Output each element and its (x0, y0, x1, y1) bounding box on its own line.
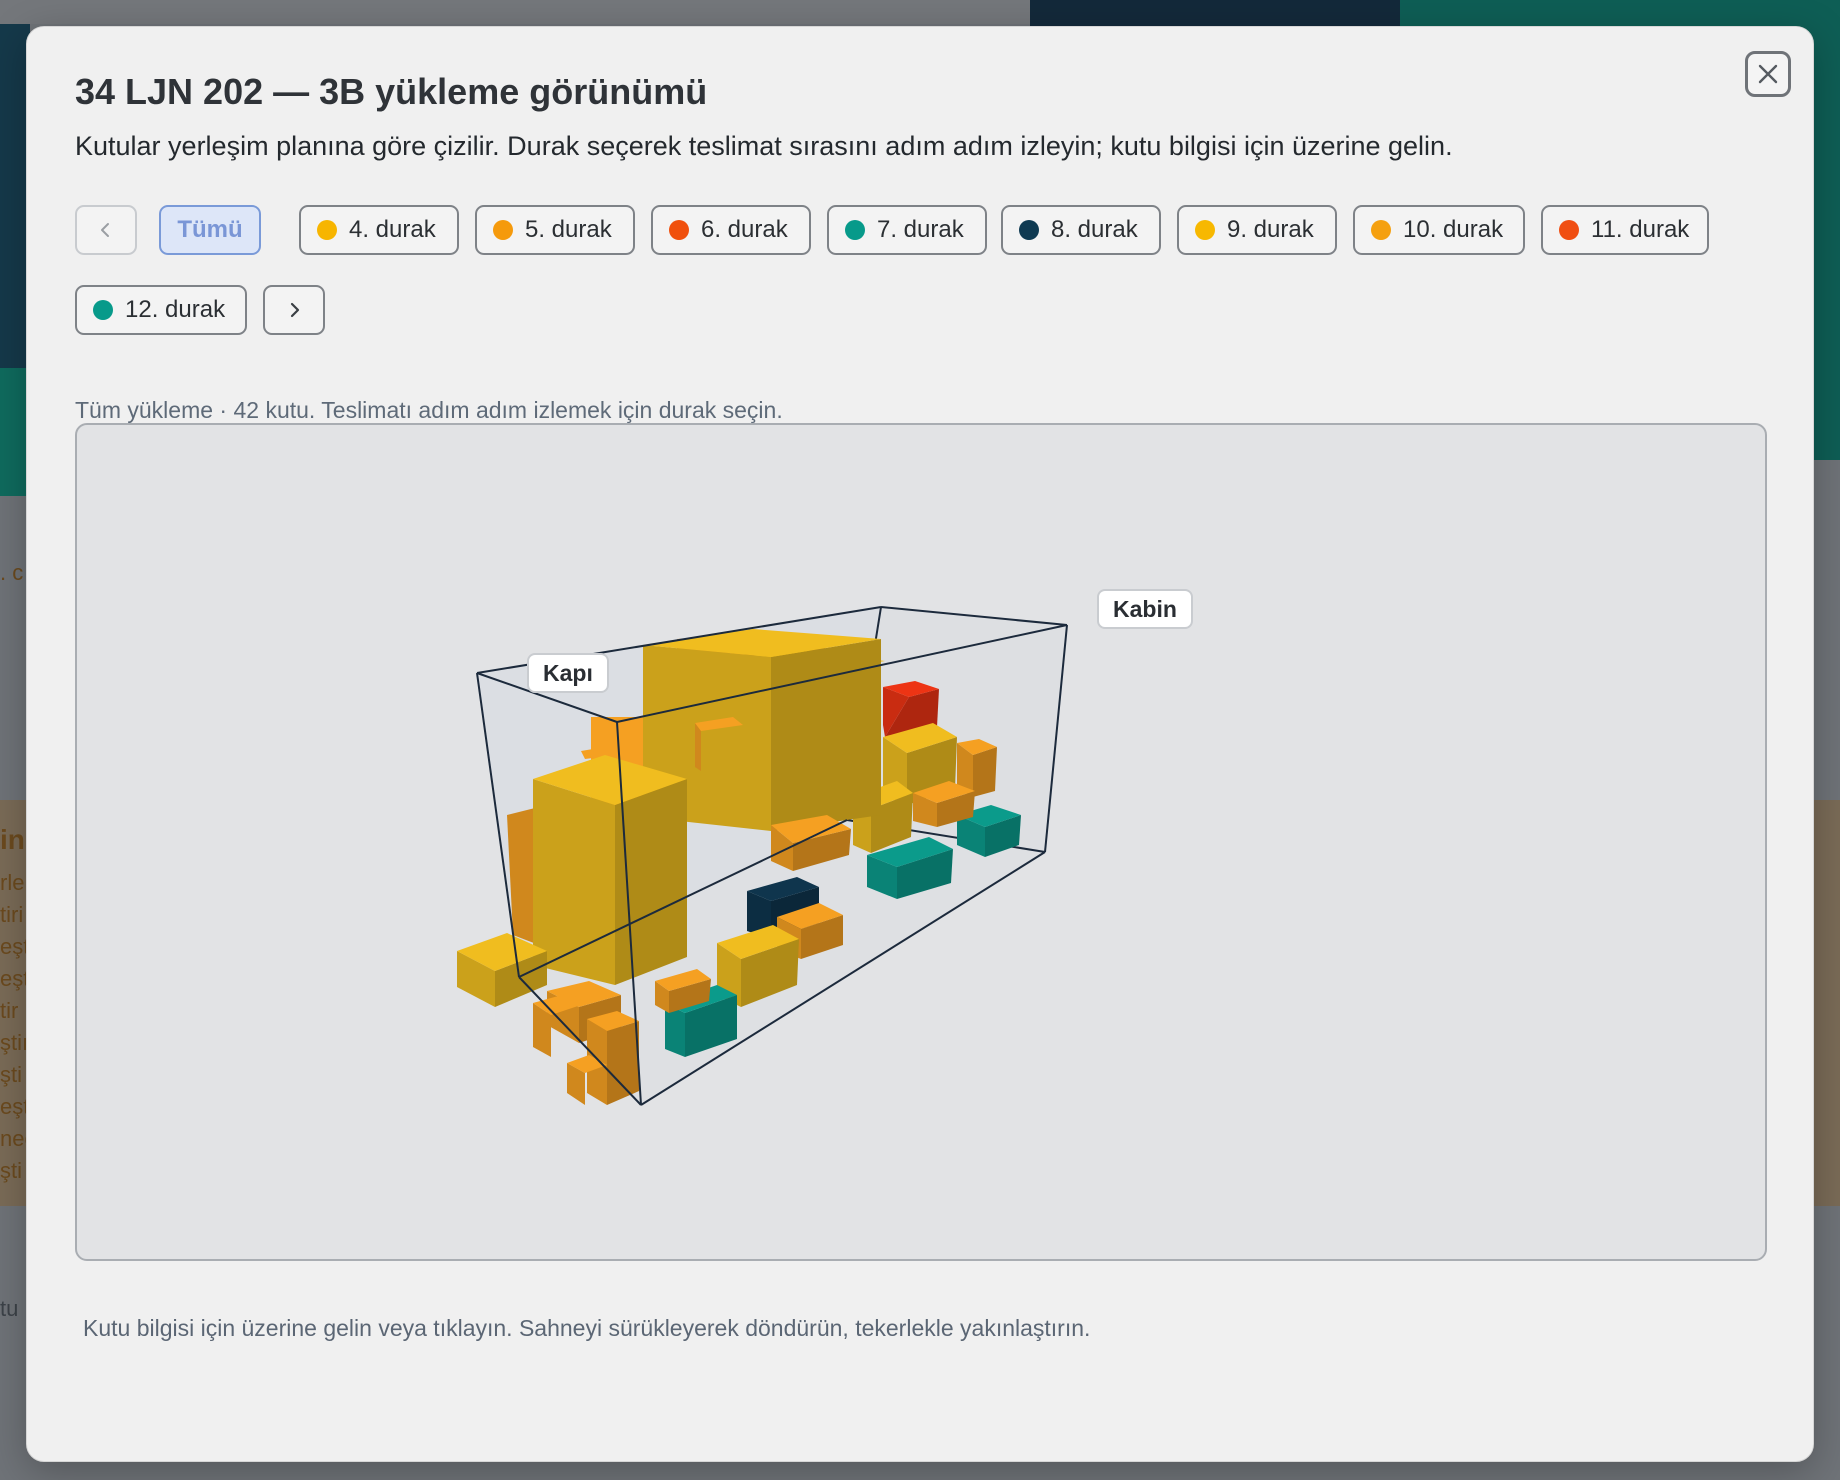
stop-color-dot (1371, 220, 1391, 240)
3d-load-viewport[interactable]: Kapı Kabin (75, 423, 1767, 1261)
bg-right-dark-panel (1030, 0, 1440, 26)
stop-chip-label: 11. durak (1591, 216, 1690, 243)
bg-side-text: şti (0, 1158, 22, 1183)
stop-color-dot (1559, 220, 1579, 240)
stop-chip-label: 8. durak (1051, 216, 1138, 243)
bg-side-text: tu (0, 1296, 19, 1321)
stop-chip[interactable]: 8. durak (1001, 205, 1161, 255)
box-orange-front (695, 723, 701, 771)
stop-color-dot (1195, 220, 1215, 240)
close-icon (1758, 64, 1778, 84)
stop-color-dot (493, 220, 513, 240)
stop-chip[interactable]: 12. durak (75, 285, 247, 335)
next-stop-button[interactable] (263, 285, 325, 335)
stop-chip[interactable]: 10. durak (1353, 205, 1525, 255)
stop-chip[interactable]: 6. durak (651, 205, 811, 255)
stop-chip[interactable]: 4. durak (299, 205, 459, 255)
stop-chip[interactable]: 5. durak (475, 205, 635, 255)
stop-chip[interactable]: 11. durak (1541, 205, 1709, 255)
stop-chip-label: 6. durak (701, 216, 788, 243)
stop-chip-label: Tümü (177, 216, 243, 243)
chevron-left-icon (101, 223, 109, 237)
bg-side-text: eşt (0, 934, 28, 959)
stop-color-dot (93, 300, 113, 320)
bg-side-text: in (0, 824, 25, 855)
stop-chip-label: 5. durak (525, 216, 612, 243)
stop-chip-label: 9. durak (1227, 216, 1314, 243)
bg-side-text: ştiı (0, 1030, 28, 1055)
modal-title: 34 LJN 202 — 3B yükleme görünümü (75, 71, 708, 112)
door-label: Kapı (527, 653, 609, 693)
stop-chip[interactable]: 7. durak (827, 205, 987, 255)
stop-chip-label: 12. durak (125, 296, 226, 323)
box-orange-side (973, 747, 997, 797)
box-yellow-side (615, 779, 687, 985)
close-button[interactable] (1745, 51, 1791, 97)
bg-side-text: tiri (0, 902, 24, 927)
bg-side-text: eşt (0, 966, 28, 991)
stop-chip-label: 4. durak (349, 216, 436, 243)
stop-chip-label: 10. durak (1403, 216, 1504, 243)
stop-color-dot (317, 220, 337, 240)
prev-stop-button[interactable] (75, 205, 137, 255)
chevron-right-icon (290, 302, 300, 318)
bg-side-text: rle (0, 870, 25, 895)
viewport-hint: Kutu bilgisi için üzerine gelin veya tık… (83, 1315, 1091, 1341)
cabin-label: Kabin (1097, 589, 1193, 629)
bg-side-text: . c (0, 560, 24, 585)
stop-chip-label: 7. durak (877, 216, 964, 243)
truck-scene[interactable] (77, 425, 1765, 1259)
modal-subtitle: Kutular yerleşim planına göre çizilir. D… (75, 131, 1453, 161)
bg-side-text: neç (0, 1126, 28, 1151)
stop-color-dot (845, 220, 865, 240)
load-view-modal: 34 LJN 202 — 3B yükleme görünümü Kutular… (26, 26, 1814, 1462)
stop-chip[interactable]: 9. durak (1177, 205, 1337, 255)
load-summary: Tüm yükleme · 42 kutu. Teslimatı adım ad… (75, 397, 783, 423)
stop-color-dot (1019, 220, 1039, 240)
bg-side-text: tir (0, 998, 19, 1023)
stop-color-dot (669, 220, 689, 240)
bg-side-text: eşt (0, 1094, 28, 1119)
stop-chip-all[interactable]: Tümü (159, 205, 261, 255)
box-orange-side (607, 1021, 639, 1105)
bg-right-lower-panel (1812, 800, 1840, 1206)
bg-side-text: şti (0, 1062, 22, 1087)
